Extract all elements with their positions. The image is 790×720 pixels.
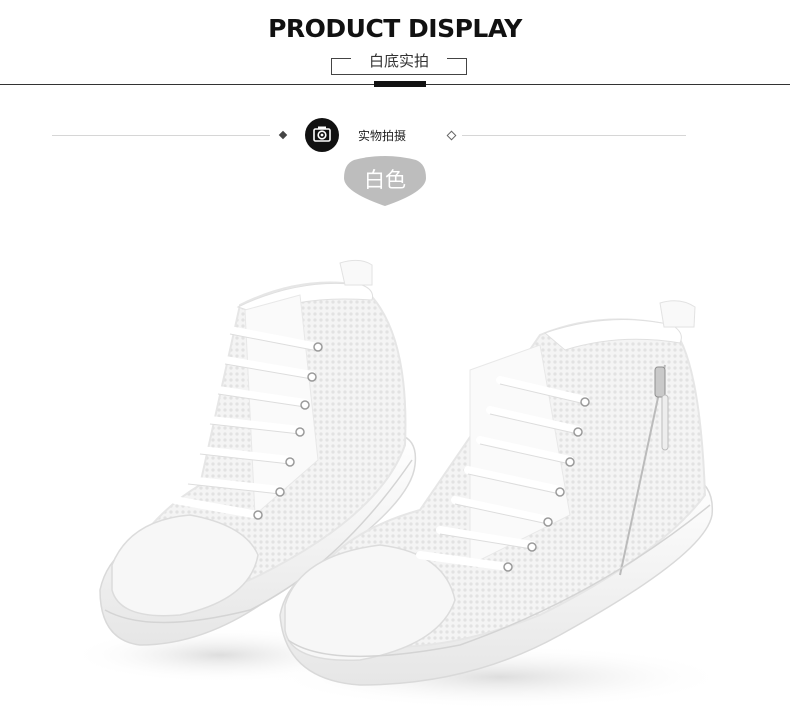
product-image bbox=[70, 259, 730, 709]
diamond-icon-right bbox=[446, 130, 457, 141]
subtitle-text: 白底实拍 bbox=[351, 51, 447, 71]
section-line-right bbox=[462, 135, 686, 136]
section-line-left bbox=[52, 135, 270, 136]
camera-icon bbox=[305, 118, 339, 152]
page-title: PRODUCT DISPLAY bbox=[268, 14, 522, 43]
color-badge-label: 白色 bbox=[364, 168, 406, 192]
section-label: 实物拍摄 bbox=[358, 129, 407, 143]
header-divider-accent bbox=[374, 81, 426, 87]
diamond-icon-left bbox=[278, 130, 288, 140]
